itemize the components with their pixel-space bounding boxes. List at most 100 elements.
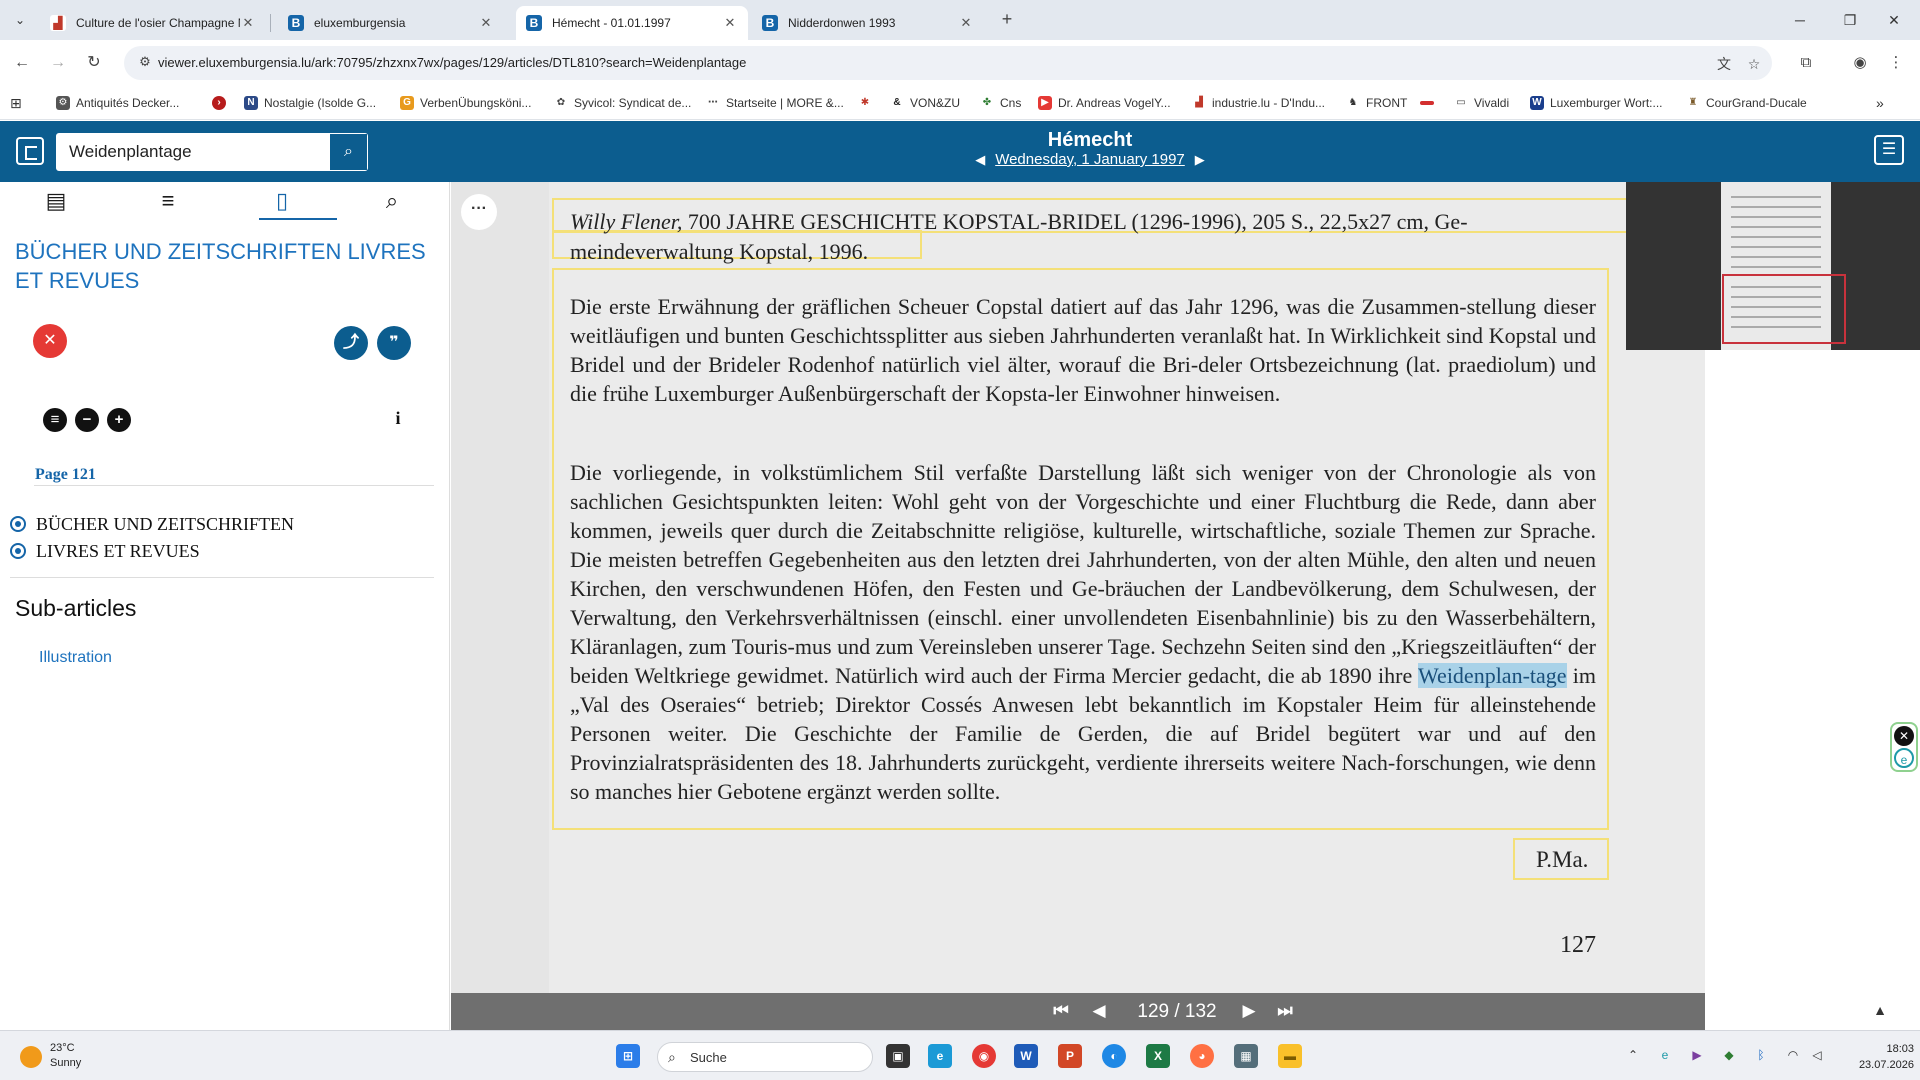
tab-eluxemburgensia[interactable]: B eluxemburgensia ✕ <box>278 6 504 40</box>
bookmark-star-icon[interactable]: ☆ <box>1744 54 1764 74</box>
firefox-icon[interactable]: ◕ <box>1190 1044 1214 1068</box>
bookmark-item[interactable]: ♞ FRONT <box>1346 94 1407 112</box>
section-item[interactable]: LIVRES ET REVUES <box>10 540 200 562</box>
bookmark-item[interactable]: N Nostalgie (Isolde G... <box>244 94 376 112</box>
next-page-icon[interactable]: ▶ <box>1237 999 1261 1023</box>
powerpoint-icon[interactable]: P <box>1058 1044 1082 1068</box>
zoom-out-icon[interactable]: − <box>75 408 99 432</box>
bookmark-item[interactable]: W Luxemburger Wort:... <box>1530 94 1663 112</box>
bookmark-item[interactable]: ✤ Cns <box>980 94 1021 112</box>
word-icon[interactable]: W <box>1014 1044 1038 1068</box>
cite-quote-icon[interactable]: ❞ <box>377 326 411 360</box>
file-explorer-icon[interactable]: ▬ <box>1278 1044 1302 1068</box>
tab-close-icon[interactable]: ✕ <box>722 15 738 31</box>
new-tab-button[interactable]: + <box>995 8 1019 32</box>
minimize-button[interactable]: ─ <box>1780 6 1820 34</box>
more-options-icon[interactable]: ··· <box>461 194 497 230</box>
task-view-icon[interactable]: ▣ <box>886 1044 910 1068</box>
bookmark-item[interactable]: ▶ Dr. Andreas VogelY... <box>1038 94 1171 112</box>
profile-icon[interactable]: ◉ <box>1848 51 1872 75</box>
bookmark-item[interactable]: ♜ CourGrand-Ducale <box>1686 94 1807 112</box>
translator-icon[interactable]: e <box>1894 748 1914 768</box>
zoom-in-icon[interactable]: + <box>107 408 131 432</box>
bookmark-item[interactable]: ✿ Syvicol: Syndicat de... <box>554 94 691 112</box>
menu-kebab-icon[interactable]: ⋮ <box>1884 51 1908 75</box>
bookmark-item[interactable]: ⋯ Startseite | MORE &... <box>706 94 844 112</box>
close-article-icon[interactable]: ✕ <box>33 324 67 358</box>
page-link[interactable]: Page 121 <box>35 466 96 484</box>
bookmark-item[interactable]: ▟ industrie.lu - D'Indu... <box>1192 94 1325 112</box>
bookmark-item[interactable] <box>1420 94 1440 112</box>
taskbar-search[interactable]: ⌕ Suche <box>657 1042 873 1072</box>
info-icon[interactable]: i <box>390 408 406 432</box>
subarticle-link[interactable]: Illustration <box>39 649 112 667</box>
search-hit-highlight[interactable]: Weidenplan-tage <box>1418 663 1567 688</box>
forward-button[interactable]: → <box>46 51 70 75</box>
bookmarks-overflow-icon[interactable]: » <box>1876 94 1884 112</box>
first-page-icon[interactable]: ⏮ <box>1049 999 1073 1023</box>
start-windows-icon[interactable]: ⊞ <box>616 1044 640 1068</box>
section-item[interactable]: BÜCHER UND ZEITSCHRIFTEN <box>10 513 294 535</box>
tray-app-icon[interactable]: ◆ <box>1720 1046 1738 1064</box>
bluetooth-icon[interactable]: ᛒ <box>1752 1046 1770 1064</box>
url-text[interactable]: viewer.eluxemburgensia.lu/ark:70795/zhzx… <box>158 55 746 70</box>
search-input[interactable] <box>57 134 329 170</box>
tab-newspaper-icon[interactable]: ▤ <box>36 188 76 216</box>
close-window-button[interactable]: ✕ <box>1874 6 1914 34</box>
bookmark-item[interactable]: G VerbenÜbungsköni... <box>400 94 531 112</box>
page-minimap[interactable] <box>1626 182 1920 350</box>
minimap-viewport-frame[interactable] <box>1722 274 1846 344</box>
tab-list-icon[interactable]: ≡ <box>148 188 188 216</box>
tab-hemecht[interactable]: B Hémecht - 01.01.1997 ✕ <box>516 6 748 40</box>
tray-overflow-icon[interactable]: ⌃ <box>1624 1046 1642 1064</box>
tab-culture-osier[interactable]: ▟ Culture de l'osier Champagne M ✕ <box>40 6 266 40</box>
scroll-up-icon[interactable]: ▲ <box>1870 1002 1890 1022</box>
tab-nidderdonwen[interactable]: B Nidderdonwen 1993 ✕ <box>752 6 984 40</box>
chrome-icon[interactable]: ◉ <box>972 1044 996 1068</box>
excel-icon[interactable]: X <box>1146 1044 1170 1068</box>
reload-button[interactable]: ↻ <box>82 51 106 75</box>
next-issue-icon[interactable]: ▶ <box>1191 152 1209 168</box>
translate-icon[interactable]: 文 <box>1714 54 1734 74</box>
settings-icon[interactable]: ☰ <box>1874 135 1904 165</box>
minimap-line <box>1731 196 1821 198</box>
previous-issue-icon[interactable]: ◀ <box>971 152 989 168</box>
extensions-icon[interactable]: ⧉ <box>1794 51 1818 75</box>
viewer-menu-icon[interactable] <box>16 137 44 165</box>
close-circle-icon[interactable]: ✕ <box>1894 726 1914 746</box>
site-info-icon[interactable]: ⚙ <box>136 54 154 72</box>
previous-page-icon[interactable]: ◀ <box>1087 999 1111 1023</box>
tab-close-icon[interactable]: ✕ <box>958 15 974 31</box>
address-bar[interactable]: ⚙ viewer.eluxemburgensia.lu/ark:70795/zh… <box>124 46 1772 80</box>
share-icon[interactable]: ⤴ <box>334 326 368 360</box>
search-button[interactable]: ⌕ <box>329 134 367 170</box>
text-align-icon[interactable]: ≡ <box>43 408 67 432</box>
calculator-icon[interactable]: ▦ <box>1234 1044 1258 1068</box>
apps-grid-icon[interactable]: ⊞ <box>10 94 22 112</box>
tray-app-icon[interactable]: e <box>1656 1046 1674 1064</box>
weather-widget[interactable]: 23°C Sunny <box>50 1041 81 1071</box>
tray-app-icon[interactable]: ▶ <box>1688 1046 1706 1064</box>
app-blue-icon[interactable]: ◐ <box>1102 1044 1126 1068</box>
bookmark-item[interactable]: ✱ <box>858 94 878 112</box>
bookmark-item[interactable]: › <box>212 94 232 112</box>
tab-close-icon[interactable]: ✕ <box>240 15 256 31</box>
issue-date-link[interactable]: Wednesday, 1 January 1997 <box>995 151 1185 168</box>
tab-close-icon[interactable]: ✕ <box>478 15 494 31</box>
tab-search-button[interactable]: ⌄ <box>8 8 32 32</box>
back-button[interactable]: ← <box>10 51 34 75</box>
volume-icon[interactable]: ◁ <box>1808 1046 1826 1064</box>
restore-button[interactable]: ❐ <box>1830 6 1870 34</box>
sun-icon[interactable] <box>20 1046 42 1068</box>
tab-article-icon[interactable]: ▯ <box>262 188 302 216</box>
system-clock[interactable]: 18:03 23.07.2026 <box>1858 1041 1914 1073</box>
bookmark-favicon-icon <box>1420 101 1434 105</box>
page-viewer[interactable]: ··· Willy Flener, 700 JAHRE GESCHICHTE K… <box>451 182 1920 993</box>
tab-search-icon[interactable]: ⌕ <box>372 188 412 216</box>
bookmark-folder[interactable]: ▭ Vivaldi <box>1454 94 1509 112</box>
bookmark-item[interactable]: & VON&ZU <box>890 94 960 112</box>
bookmark-item[interactable]: ⚙ Antiquités Decker... <box>56 94 179 112</box>
wifi-icon[interactable]: ◠ <box>1784 1046 1802 1064</box>
edge-icon[interactable]: e <box>928 1044 952 1068</box>
last-page-icon[interactable]: ⏭ <box>1273 999 1297 1023</box>
